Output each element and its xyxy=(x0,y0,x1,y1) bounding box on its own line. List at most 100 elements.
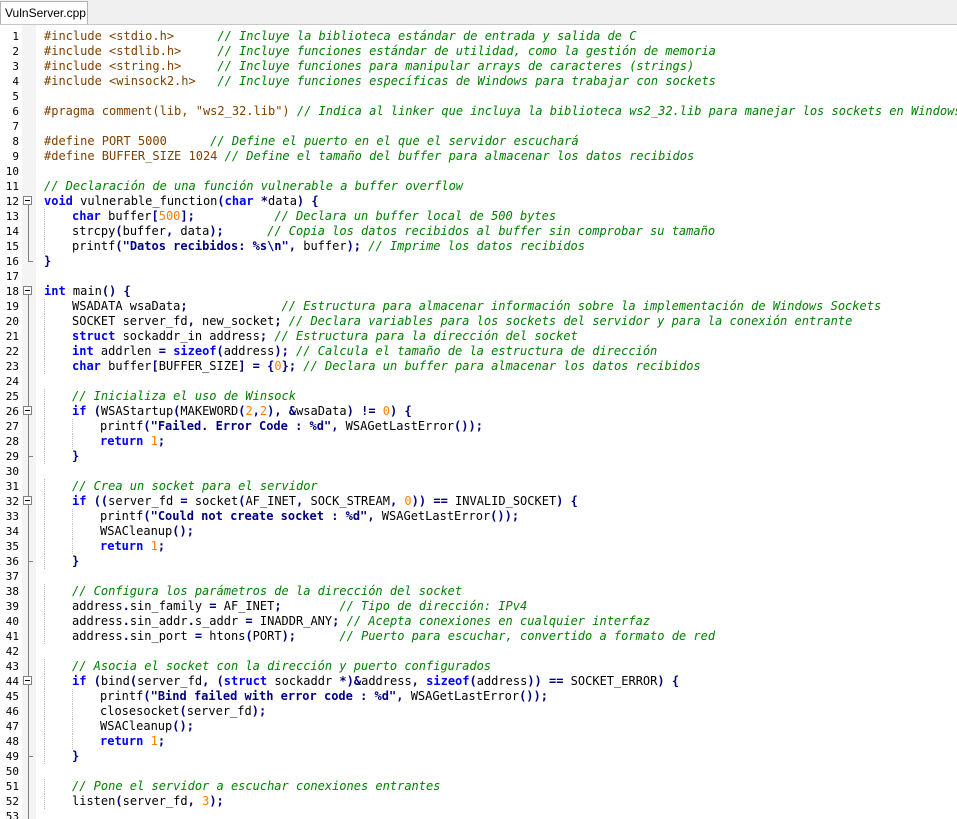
line-number: 7 xyxy=(12,120,19,133)
code-text: if (bind(server_fd, (struct sockaddr *)&… xyxy=(72,674,679,689)
code-token: char xyxy=(72,209,101,223)
fold-collapse-icon[interactable] xyxy=(22,674,36,689)
indent-guide xyxy=(44,449,45,464)
fold-line xyxy=(22,629,36,644)
code-token: ); xyxy=(274,344,289,358)
code-token: wsaData xyxy=(296,404,347,418)
code-token: 0 xyxy=(274,359,282,373)
line-number: 18 xyxy=(5,285,19,298)
fold-collapse-icon[interactable] xyxy=(22,284,36,299)
indent-guide xyxy=(44,419,45,434)
code-token: addrlen xyxy=(93,344,159,358)
code-token: // Declaración de una función vulnerable… xyxy=(44,179,464,193)
code-token: () xyxy=(101,284,117,298)
code-line: 30 xyxy=(0,464,957,479)
code-token: , xyxy=(411,674,419,688)
fold-line xyxy=(22,779,36,794)
code-token: buffer xyxy=(296,239,347,253)
fold-end-marker xyxy=(22,749,36,764)
code-token: WSACleanup xyxy=(100,719,173,733)
indent-guide xyxy=(44,674,45,689)
code-text: char buffer[BUFFER_SIZE] = {0}; // Decla… xyxy=(72,359,701,374)
code-token: WSAGetLastError xyxy=(338,419,455,433)
code-area[interactable]: 1 #include <stdio.h> // Incluye la biblio… xyxy=(0,29,957,819)
code-line: 32 if ((server_fd = socket(AF_INET, SOCK_… xyxy=(0,494,957,509)
indent-guide xyxy=(44,539,45,554)
line-number: 31 xyxy=(5,480,19,493)
code-token: = xyxy=(245,614,253,628)
code-token: // Incluye funciones para manipular arra… xyxy=(217,59,695,73)
code-text: int main() { xyxy=(44,284,131,299)
fold-collapse-icon[interactable] xyxy=(22,494,36,509)
indent-guide xyxy=(44,359,45,374)
code-token: . xyxy=(122,599,130,613)
code-line: 14 strcpy(buffer, data); // Copia los dat… xyxy=(0,224,957,239)
code-token: strcpy xyxy=(72,224,116,238)
code-token: #include <string.h> xyxy=(44,59,218,73)
code-line: 22 int addrlen = sizeof(address); // Calc… xyxy=(0,344,957,359)
code-text: int addrlen = sizeof(address); // Calcul… xyxy=(72,344,657,359)
line-number: 29 xyxy=(5,450,19,463)
fold-end-marker xyxy=(22,254,36,269)
tab-vulnserver-cpp[interactable]: VulnServer.cpp xyxy=(0,1,88,24)
code-text: #pragma comment(lib, "ws2_32.lib") // In… xyxy=(44,104,957,119)
indent-guide xyxy=(72,734,73,749)
code-token: ); xyxy=(209,224,224,238)
code-editor[interactable]: 1 #include <stdio.h> // Incluye la biblio… xyxy=(0,25,957,819)
code-token: "Failed. Error Code : %d" xyxy=(150,419,332,433)
fold-line xyxy=(22,539,36,554)
code-token: ( xyxy=(93,404,101,418)
fold-line xyxy=(22,599,36,614)
code-line: 51 // Pone el servidor a escuchar conexio… xyxy=(0,779,957,794)
code-token: // Configura los parámetros de la direcc… xyxy=(72,584,463,598)
code-line: 10 xyxy=(0,164,957,179)
code-token: SOCKET_ERROR xyxy=(563,674,658,688)
fold-empty xyxy=(22,269,36,284)
indent-guide xyxy=(44,584,45,599)
fold-empty xyxy=(22,59,36,74)
indent-guide xyxy=(44,629,45,644)
code-token: ( xyxy=(143,509,151,523)
fold-line xyxy=(22,359,36,374)
line-number: 27 xyxy=(5,420,19,433)
code-text: if ((server_fd = socket(AF_INET, SOCK_ST… xyxy=(72,494,578,509)
code-line: 41 address.sin_port = htons(PORT); // Pue… xyxy=(0,629,957,644)
fold-collapse-icon[interactable] xyxy=(22,194,36,209)
fold-end-marker xyxy=(22,449,36,464)
code-token: ) xyxy=(346,404,354,418)
code-token: ( xyxy=(115,794,123,808)
code-text: listen(server_fd, 3); xyxy=(72,794,224,809)
indent-guide xyxy=(44,719,45,734)
code-token: server_fd xyxy=(108,494,181,508)
code-token: BUFFER_SIZE xyxy=(158,359,239,373)
code-text: SOCKET server_fd, new_socket; // Declara… xyxy=(72,314,852,329)
code-token: return xyxy=(100,539,144,553)
line-number: 30 xyxy=(5,465,19,478)
code-text: // Configura los parámetros de la direcc… xyxy=(72,584,462,599)
indent-guide xyxy=(72,689,73,704)
indent-guide xyxy=(44,389,45,404)
code-token: ; xyxy=(274,599,282,613)
line-number: 47 xyxy=(5,720,19,733)
code-line: 46 closesocket(server_fd); xyxy=(0,704,957,719)
fold-collapse-icon[interactable] xyxy=(22,404,36,419)
line-number: 2 xyxy=(12,45,19,58)
code-line: 12 void vulnerable_function(char *data) { xyxy=(0,194,957,209)
code-token: char xyxy=(72,359,101,373)
code-token: address xyxy=(72,629,123,643)
code-text: char buffer[500]; // Declara un buffer l… xyxy=(72,209,556,224)
code-token: { xyxy=(671,674,680,688)
code-text: return 1; xyxy=(100,734,165,749)
code-token: "Could not create socket : %d" xyxy=(150,509,368,523)
code-token: WSACleanup xyxy=(100,524,173,538)
line-number: 52 xyxy=(5,795,19,808)
code-token: ; xyxy=(259,329,268,343)
code-token: // Incluye funciones estándar de utilida… xyxy=(217,44,716,58)
code-token: != xyxy=(361,404,376,418)
code-token: } xyxy=(72,749,80,763)
line-number: 36 xyxy=(5,555,19,568)
